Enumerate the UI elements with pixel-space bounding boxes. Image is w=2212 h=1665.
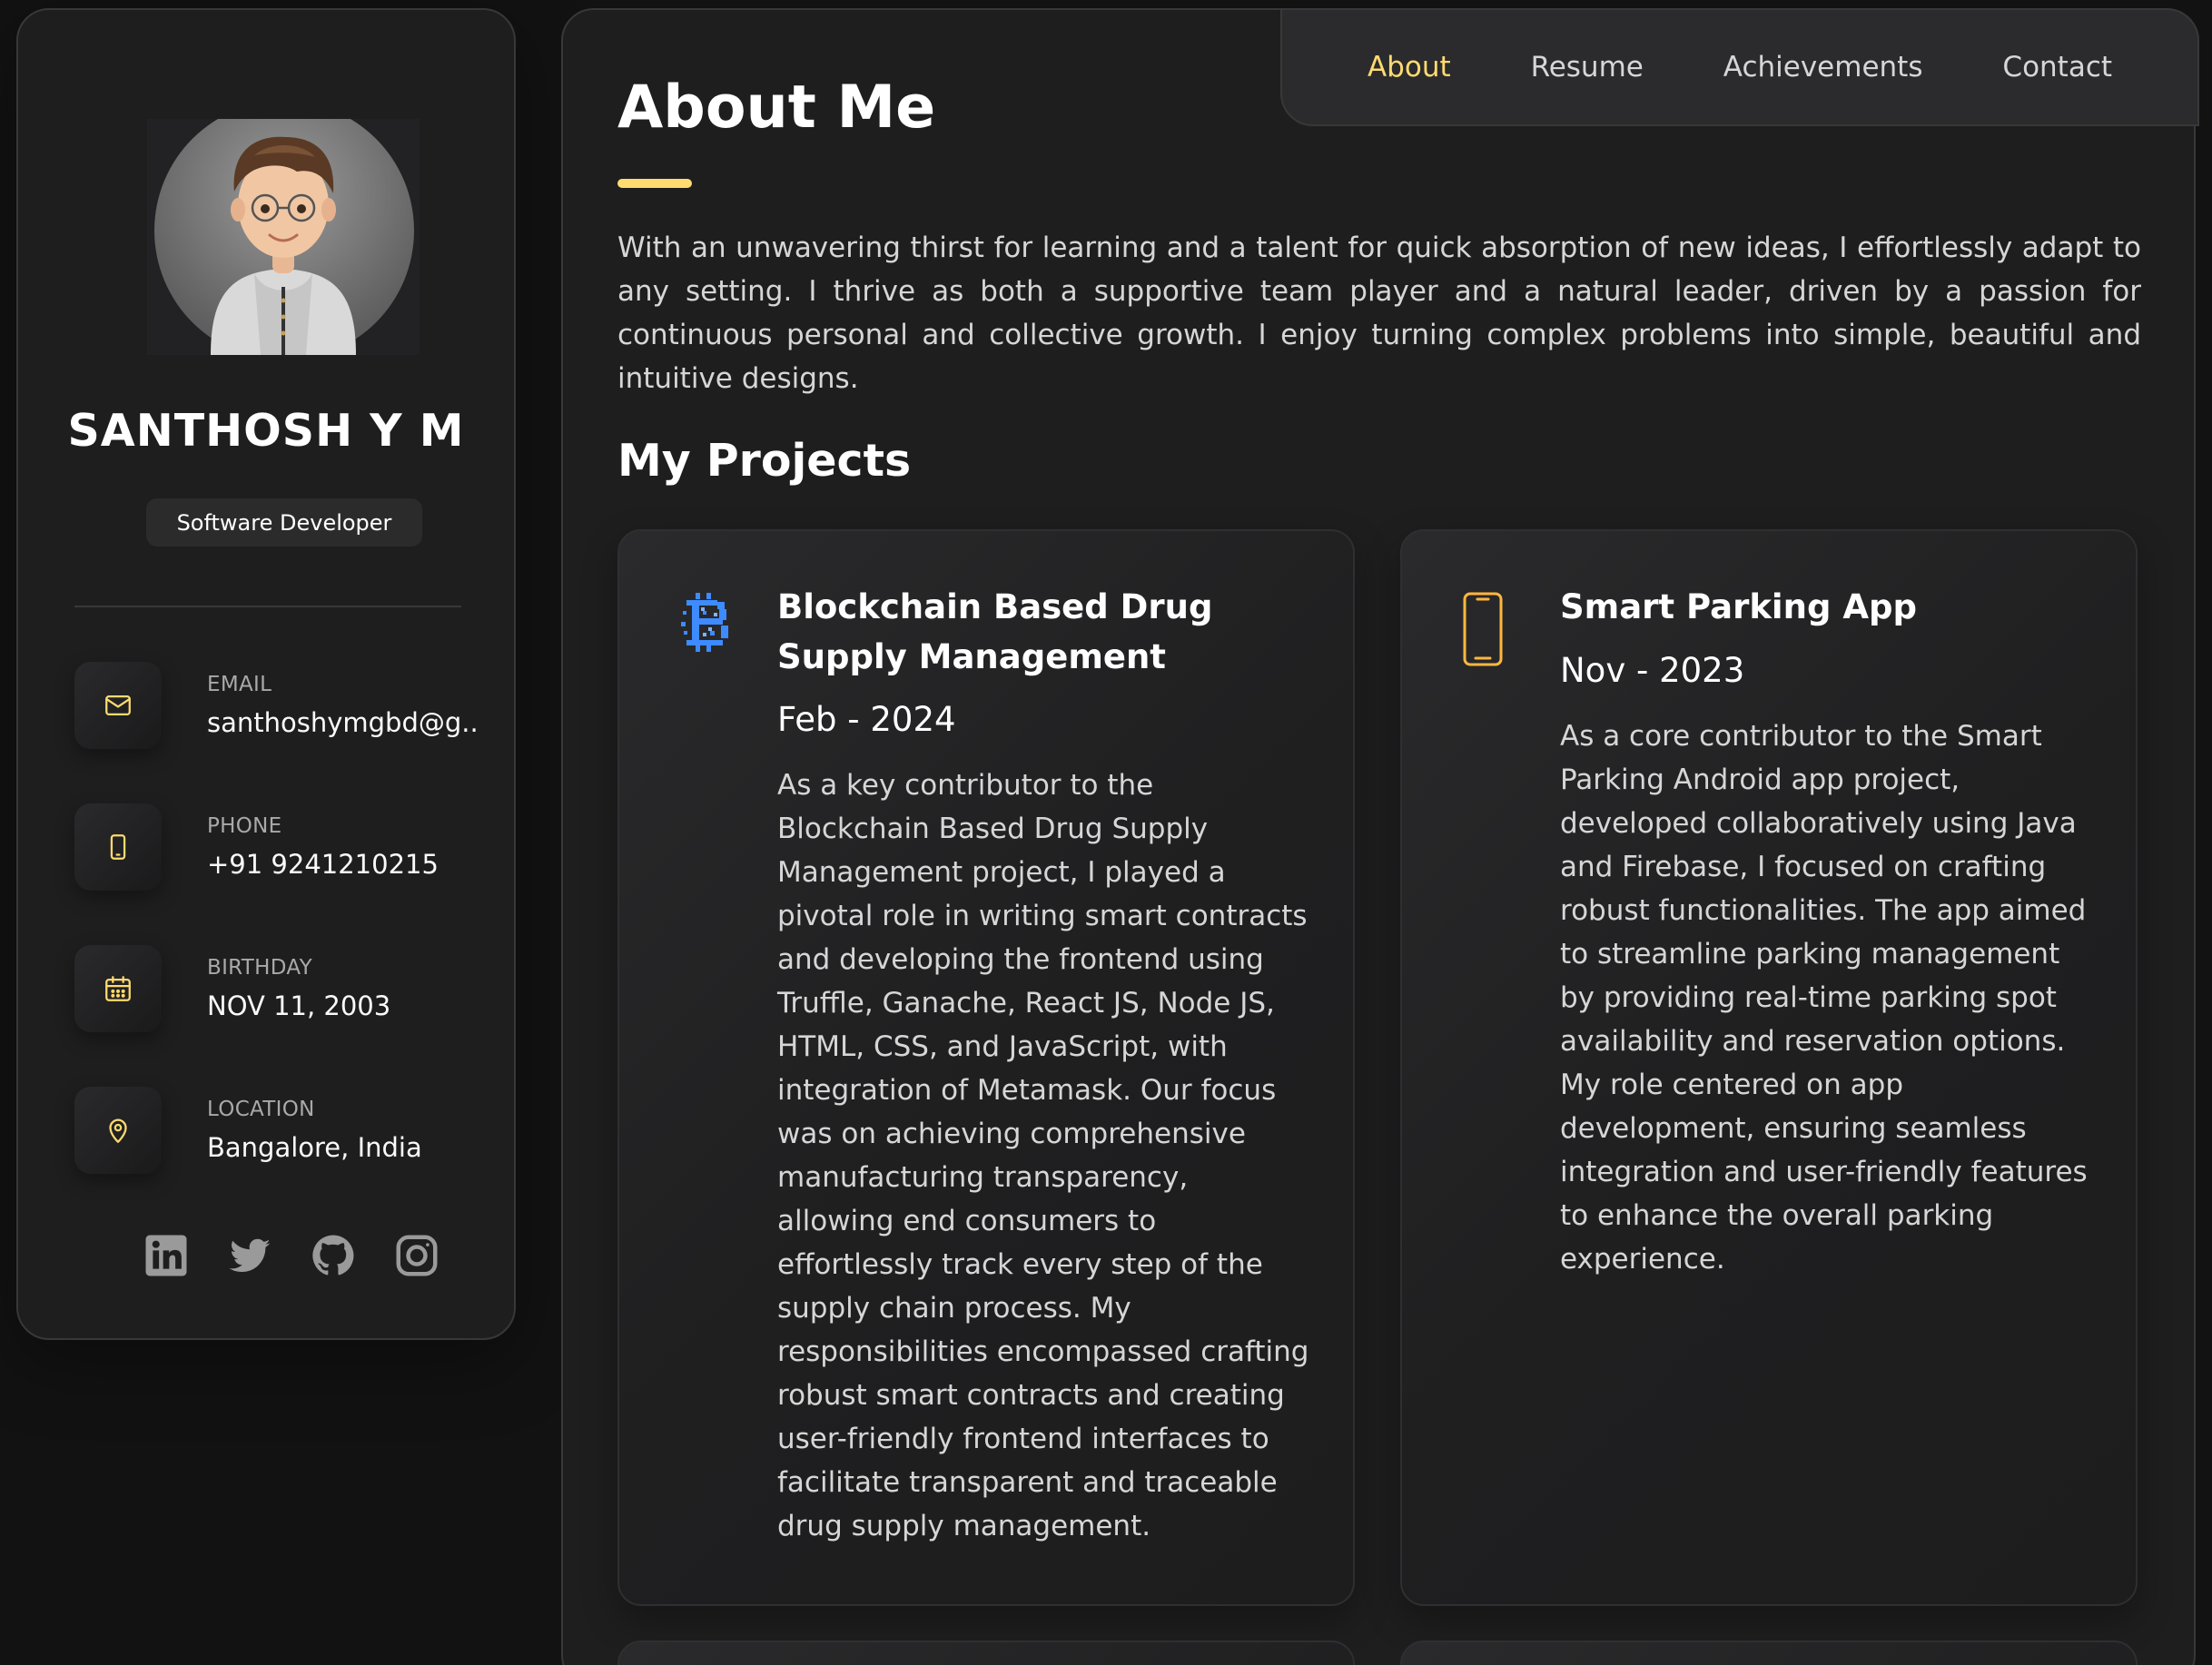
role-badge: Software Developer [146,498,422,547]
avatar [147,119,420,355]
contact-label: BIRTHDAY [207,956,312,980]
location-icon [74,1087,162,1174]
nav-achievements[interactable]: Achievements [1723,51,1923,84]
avatar-memoji-icon [211,136,356,355]
project-card: Blockchain Based Drug Supply Management … [617,529,1355,1606]
title-underline [617,179,692,188]
profile-name: SANTHOSH Y M [67,405,465,457]
main-content: About Resume Achievements Contact About … [561,8,2199,1665]
nav-contact[interactable]: Contact [2002,51,2112,84]
email-link[interactable]: santhoshymgbd@g... [207,707,479,738]
phone-link[interactable]: +91 9241210215 [207,849,479,880]
nav-about[interactable]: About [1368,51,1451,84]
linkedin-icon[interactable] [142,1231,191,1280]
twitter-icon[interactable] [225,1231,274,1280]
instagram-icon[interactable] [392,1231,441,1280]
github-icon[interactable] [309,1231,358,1280]
contact-phone: PHONE +91 9241210215 [74,803,474,894]
contact-label: LOCATION [207,1098,315,1121]
project-description: As a key contributor to the Blockchain B… [777,769,1309,1542]
blockchain-icon [679,591,732,658]
contact-birthday: BIRTHDAY NOV 11, 2003 [74,945,474,1036]
mail-icon [74,662,162,749]
about-text: With an unwavering thirst for learning a… [617,232,2141,395]
social-links [142,1231,441,1280]
calendar-icon [74,945,162,1032]
page-title: About Me [617,74,936,142]
smartphone-icon [1462,591,1504,671]
nav-resume[interactable]: Resume [1531,51,1644,84]
sidebar-separator [74,606,461,607]
contact-label: PHONE [207,814,282,838]
profile-sidebar: SANTHOSH Y M Software Developer EMAIL sa… [16,8,516,1340]
project-title: Smart Parking App [1560,587,1917,626]
birthday-value: NOV 11, 2003 [207,990,391,1021]
projects-title: My Projects [617,435,912,487]
project-title: Blockchain Based Drug Supply Management [777,587,1213,676]
contact-location: LOCATION Bangalore, India [74,1087,474,1177]
project-date: Feb - 2024 [777,700,956,739]
contact-email: EMAIL santhoshymgbd@g... [74,662,479,753]
phone-icon [74,803,162,891]
project-card: Smart Parking App Nov - 2023 As a core c… [1400,529,2138,1606]
project-card-peek [1400,1640,2138,1665]
project-card-peek [617,1640,1355,1665]
project-date: Nov - 2023 [1560,651,1745,690]
location-value: Bangalore, India [207,1132,422,1163]
project-description: As a core contributor to the Smart Parki… [1560,720,2088,1276]
contact-label: EMAIL [207,673,272,696]
top-navbar: About Resume Achievements Contact [1280,8,2199,126]
